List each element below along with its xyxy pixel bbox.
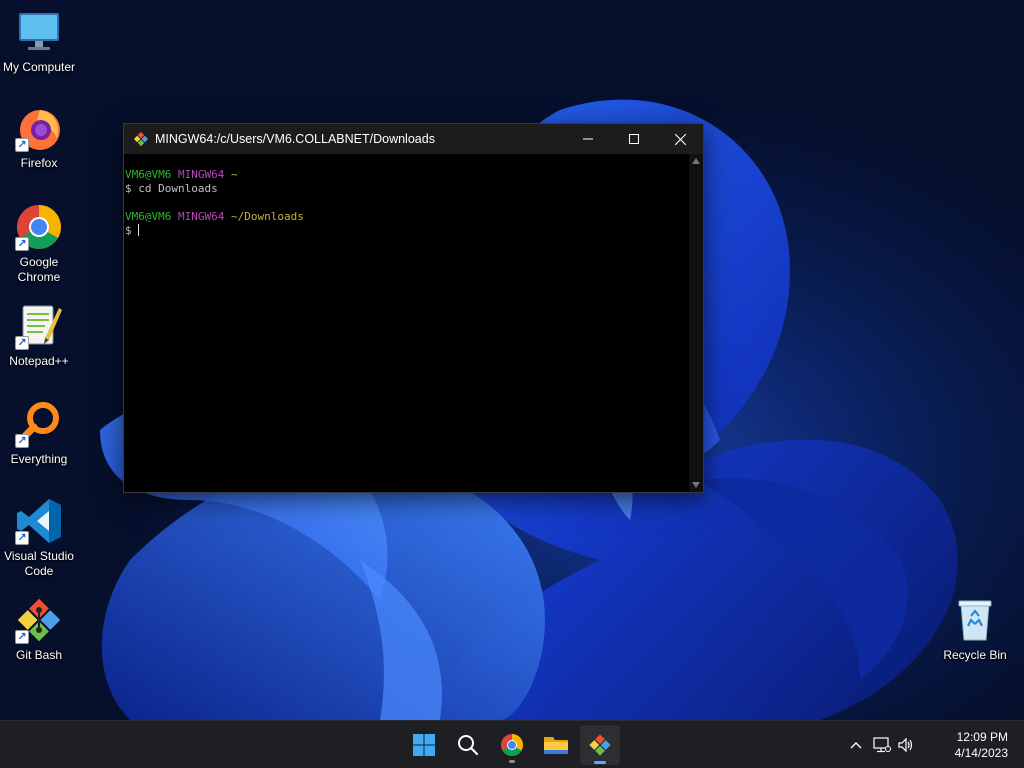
- desktop-icon-everything[interactable]: ↗ Everything: [0, 400, 78, 467]
- text-cursor: [138, 224, 140, 236]
- volume-button[interactable]: [894, 721, 918, 768]
- prompt-user: VM6@VM6: [125, 210, 172, 223]
- prompt-host: MINGW64: [177, 168, 225, 181]
- maximize-icon: [629, 134, 639, 144]
- maximize-button[interactable]: [611, 124, 657, 154]
- desktop-icon-google-chrome[interactable]: ↗ Google Chrome: [0, 203, 78, 285]
- show-hidden-icons-button[interactable]: [844, 721, 868, 768]
- desktop: My Computer ↗ Firefox ↗ Google Chrome ↗ …: [0, 0, 1024, 720]
- git-bash-icon: [589, 734, 611, 756]
- notepadpp-icon: ↗: [15, 302, 63, 350]
- taskbar: 12:09 PM 4/14/2023: [0, 720, 1024, 768]
- scroll-up-arrow-icon[interactable]: [692, 158, 700, 164]
- git-bash-icon: ↗: [15, 596, 63, 644]
- terminal-command-line: $ cd Downloads: [125, 182, 218, 195]
- desktop-icon-label: Notepad++: [9, 354, 69, 368]
- shortcut-arrow-icon: ↗: [15, 138, 29, 152]
- terminal-window[interactable]: MINGW64:/c/Users/VM6.COLLABNET/Downloads…: [123, 123, 704, 493]
- taskbar-clock[interactable]: 12:09 PM 4/14/2023: [955, 729, 1008, 761]
- shortcut-arrow-icon: ↗: [15, 336, 29, 350]
- prompt-host: MINGW64: [177, 210, 225, 223]
- prompt-symbol: $: [125, 224, 139, 237]
- prompt-user: VM6@VM6: [125, 168, 172, 181]
- file-explorer-icon: [544, 737, 568, 754]
- terminal-titlebar[interactable]: MINGW64:/c/Users/VM6.COLLABNET/Downloads: [124, 124, 703, 154]
- desktop-icon-label: Git Bash: [15, 648, 63, 662]
- network-icon: [873, 737, 891, 753]
- desktop-icon-firefox[interactable]: ↗ Firefox: [0, 104, 78, 171]
- firefox-icon: ↗: [15, 104, 63, 152]
- chrome-icon: [501, 734, 523, 756]
- desktop-icon-label: Recycle Bin: [943, 648, 1007, 662]
- desktop-icon-label: Google Chrome: [17, 255, 61, 284]
- git-bash-icon: [133, 131, 149, 147]
- shortcut-arrow-icon: ↗: [15, 531, 29, 545]
- start-icon: [413, 734, 435, 756]
- vscode-icon: ↗: [15, 497, 63, 545]
- prompt-path: ~: [230, 168, 238, 181]
- taskbar-file-explorer-button[interactable]: [536, 725, 576, 765]
- desktop-icon-git-bash[interactable]: ↗ Git Bash: [0, 596, 78, 663]
- chevron-up-icon: [850, 742, 862, 749]
- everything-search-icon: ↗: [15, 400, 63, 448]
- shortcut-arrow-icon: ↗: [15, 630, 29, 644]
- minimize-button[interactable]: [565, 124, 611, 154]
- desktop-icon-notepadpp[interactable]: ↗ Notepad++: [0, 302, 78, 369]
- taskbar-search-button[interactable]: [448, 725, 488, 765]
- clock-date: 4/14/2023: [954, 746, 1008, 760]
- recycle-bin-icon: [951, 596, 999, 644]
- taskbar-chrome-button[interactable]: [492, 725, 532, 765]
- chrome-icon: ↗: [15, 203, 63, 251]
- desktop-icon-label: Firefox: [20, 156, 58, 170]
- desktop-icon-label: Visual Studio Code: [4, 549, 74, 578]
- terminal-prompt-line: VM6@VM6 MINGW64 ~/Downloads: [125, 210, 689, 224]
- window-title: MINGW64:/c/Users/VM6.COLLABNET/Downloads: [155, 132, 435, 146]
- terminal-input-line[interactable]: $: [125, 224, 689, 238]
- desktop-icon-label: My Computer: [2, 60, 76, 74]
- system-tray: 12:09 PM 4/14/2023: [844, 721, 1024, 768]
- terminal-prompt-line: VM6@VM6 MINGW64 ~: [125, 168, 689, 182]
- network-button[interactable]: [870, 721, 894, 768]
- close-button[interactable]: [657, 124, 703, 154]
- shortcut-arrow-icon: ↗: [15, 237, 29, 251]
- desktop-icon-label: Everything: [10, 452, 68, 466]
- minimize-icon: [583, 138, 593, 140]
- scroll-down-arrow-icon[interactable]: [692, 482, 700, 488]
- terminal-scrollbar[interactable]: [689, 154, 703, 492]
- desktop-icon-vscode[interactable]: ↗ Visual Studio Code: [0, 497, 78, 579]
- close-icon: [674, 133, 686, 145]
- prompt-path: ~/Downloads: [230, 210, 304, 223]
- search-icon: [458, 735, 479, 756]
- monitor-icon: [15, 8, 63, 56]
- desktop-icon-recycle-bin[interactable]: Recycle Bin: [936, 596, 1014, 663]
- desktop-icon-my-computer[interactable]: My Computer: [0, 8, 78, 75]
- terminal-output[interactable]: VM6@VM6 MINGW64 ~ $ cd Downloads VM6@VM6 …: [124, 154, 689, 492]
- start-button[interactable]: [404, 725, 444, 765]
- shortcut-arrow-icon: ↗: [15, 434, 29, 448]
- clock-time: 12:09 PM: [956, 730, 1008, 744]
- taskbar-git-bash-button[interactable]: [580, 725, 620, 765]
- volume-icon: [898, 737, 913, 753]
